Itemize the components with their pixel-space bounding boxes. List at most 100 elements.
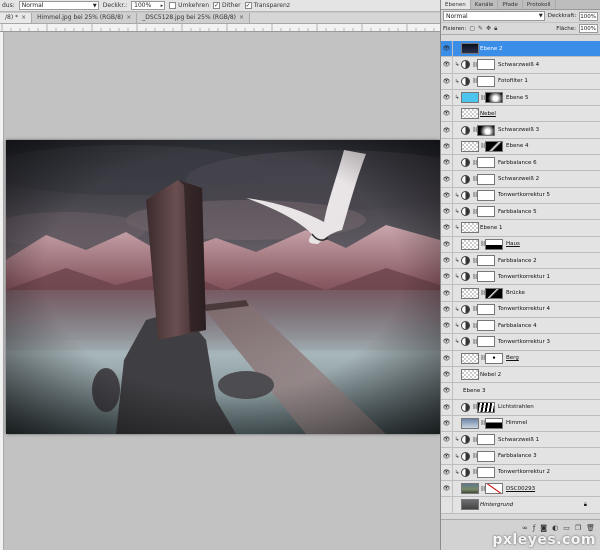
visibility-eye-icon[interactable]: 👁︎ (441, 187, 453, 203)
visibility-eye-icon[interactable]: 👁︎ (441, 350, 453, 366)
layer-mask-thumbnail[interactable] (485, 417, 503, 429)
layer-row[interactable]: 👁︎ ⛓︎ Berg (441, 350, 600, 367)
layer-mask-thumbnail[interactable] (477, 173, 495, 185)
layer-row[interactable]: 👁︎ Ebene 2 (441, 41, 600, 58)
visibility-eye-icon[interactable]: 👁︎ (441, 415, 453, 432)
layer-row[interactable]: 👁︎ Ebene 3 (441, 383, 600, 400)
layer-mask-thumbnail[interactable] (477, 401, 495, 413)
layer-mask-thumbnail[interactable] (477, 255, 495, 266)
visibility-eye-icon[interactable]: 👁︎ (441, 366, 453, 383)
layer-thumbnail[interactable] (461, 417, 479, 429)
visibility-eye-icon[interactable]: 👁︎ (441, 138, 453, 155)
layer-thumbnail[interactable] (461, 287, 479, 299)
artwork-canvas[interactable] (6, 140, 440, 434)
close-icon[interactable]: × (126, 13, 131, 23)
layer-row[interactable]: 👁︎ ⛓︎ Farbbalance 6 (441, 155, 600, 172)
visibility-eye-icon[interactable]: 👁︎ (441, 106, 453, 122)
new-group-icon[interactable]: ▭ (563, 524, 570, 532)
layer-thumbnail[interactable] (461, 238, 479, 250)
layer-row[interactable]: 👁︎ Nebel 2 (441, 366, 600, 384)
layer-thumbnail[interactable] (461, 369, 479, 381)
visibility-eye-icon[interactable]: 👁︎ (441, 318, 453, 334)
visibility-eye-icon[interactable]: 👁︎ (441, 155, 453, 171)
visibility-eye-icon[interactable]: 👁︎ (441, 73, 453, 89)
lock-all-icon[interactable]: 🔒︎ (494, 25, 497, 33)
layer-mask-thumbnail[interactable] (477, 320, 495, 332)
layer-opacity-input[interactable]: 100% (579, 11, 598, 21)
layer-mask-thumbnail[interactable] (485, 238, 503, 250)
visibility-eye-icon[interactable]: 👁︎ (441, 89, 453, 106)
layer-thumbnail[interactable] (461, 222, 479, 234)
tab-document-3[interactable]: _DSC5128.jpg bei 25% (RGB/8) × (137, 13, 251, 23)
trash-icon[interactable]: 🗑︎ (586, 524, 595, 532)
visibility-eye-icon[interactable]: 👁︎ (441, 252, 453, 269)
visibility-eye-icon[interactable]: 👁︎ (441, 432, 453, 448)
layer-mask-thumbnail[interactable] (485, 140, 503, 152)
layer-row[interactable]: 👁︎ ↳ ⛓︎ Tonwertkorrektur 5 (441, 187, 600, 204)
layer-row[interactable]: 👁︎ ⛓︎ Brücke (441, 285, 600, 302)
layer-mask-thumbnail[interactable] (477, 466, 495, 478)
tab-ebenen[interactable]: Ebenen (441, 0, 471, 9)
visibility-eye-icon[interactable]: 👁︎ (441, 203, 453, 220)
add-mask-icon[interactable]: ◙ (540, 524, 547, 532)
visibility-eye-icon[interactable]: 👁︎ (441, 448, 453, 464)
blend-mode-select[interactable]: Normal ▼ (443, 11, 545, 21)
link-layers-icon[interactable]: ∞ (522, 524, 528, 532)
lock-pixels-icon[interactable]: ✎ (478, 25, 483, 32)
layer-mask-thumbnail[interactable] (477, 336, 495, 348)
visibility-eye-icon[interactable]: 👁︎ (441, 171, 453, 187)
layer-thumbnail[interactable] (461, 108, 479, 120)
layer-thumbnail[interactable] (461, 483, 479, 495)
opacity-input[interactable]: 100% ▸ (131, 1, 166, 10)
layer-row[interactable]: 👁︎ Nebel (441, 106, 600, 123)
transparency-option[interactable]: ✓ Transparenz (244, 2, 290, 9)
layer-row[interactable]: Hintergrund 🔒︎ (441, 497, 600, 514)
mode-select[interactable]: Normal ▼ (18, 1, 99, 10)
new-layer-icon[interactable]: ❐ (575, 524, 581, 532)
layer-mask-thumbnail[interactable] (477, 59, 495, 71)
layer-thumbnail[interactable] (461, 140, 479, 152)
visibility-eye-icon[interactable]: 👁︎ (441, 481, 453, 497)
layer-row[interactable]: 👁︎ ↳ ⛓︎ Tonwertkorrektur 4 (441, 301, 600, 319)
visibility-eye-icon[interactable]: 👁︎ (441, 57, 453, 73)
visibility-eye-icon[interactable]: 👁︎ (441, 464, 453, 481)
close-icon[interactable]: × (239, 13, 244, 23)
dither-checkbox[interactable]: ✓ (213, 2, 220, 9)
fill-input[interactable]: 100% (579, 24, 598, 33)
layer-mask-thumbnail[interactable] (477, 75, 495, 87)
layer-row[interactable]: 👁︎ ↳ ⛓︎ Schwarzweiß 1 (441, 432, 600, 449)
tab-document-1[interactable]: /8) * × (0, 13, 33, 23)
visibility-eye-icon[interactable]: 👁︎ (441, 334, 453, 350)
tab-document-2[interactable]: Himmel.jpg bei 25% (RGB/8) × (32, 13, 138, 23)
layer-row[interactable]: 👁︎ ↳ ⛓︎ Tonwertkorrektur 2 (441, 464, 600, 482)
visibility-eye-icon[interactable]: 👁︎ (441, 236, 453, 252)
visibility-eye-icon[interactable]: 👁︎ (441, 383, 453, 399)
reverse-checkbox[interactable] (169, 2, 177, 9)
visibility-eye-icon[interactable]: 👁︎ (441, 220, 453, 236)
visibility-eye-icon[interactable] (441, 497, 453, 513)
layer-thumbnail[interactable] (461, 92, 479, 104)
close-icon[interactable]: × (21, 13, 26, 23)
layer-row[interactable]: 👁︎ ↳ ⛓︎ Farbbalance 4 (441, 318, 600, 335)
layer-row[interactable]: 👁︎ ⛓︎ Ebene 4 (441, 138, 600, 156)
layer-row[interactable]: 👁︎ ↳ ⛓︎ Farbbalance 2 (441, 252, 600, 270)
adjustment-layer-icon[interactable]: ◐ (552, 524, 558, 532)
layer-mask-thumbnail[interactable] (477, 206, 495, 218)
horizontal-ruler[interactable] (0, 24, 440, 32)
lock-transparency-icon[interactable]: ▢ (469, 25, 475, 32)
layer-thumbnail[interactable] (461, 499, 479, 511)
layer-thumbnail[interactable] (461, 43, 479, 55)
layer-mask-thumbnail[interactable] (477, 303, 495, 315)
layer-mask-thumbnail[interactable] (477, 124, 495, 136)
layer-mask-thumbnail[interactable] (477, 434, 495, 446)
layer-row[interactable]: 👁︎ ↳ ⛓︎ Schwarzweiß 4 (441, 57, 600, 74)
layer-mask-thumbnail[interactable] (477, 271, 495, 283)
layer-row[interactable]: 👁︎ ↳ ⛓︎ Farbbalance 3 (441, 448, 600, 465)
layer-row[interactable]: 👁︎ ↳ ⛓︎ Farbbalance 5 (441, 203, 600, 221)
visibility-eye-icon[interactable]: 👁︎ (441, 269, 453, 285)
layer-row[interactable]: 👁︎ ⛓︎ Lichtstrahlen (441, 399, 600, 416)
lock-position-icon[interactable]: ✥ (486, 25, 491, 32)
layer-thumbnail[interactable] (461, 352, 479, 364)
tab-protokoll[interactable]: Protokoll (523, 0, 556, 9)
layer-mask-thumbnail[interactable] (477, 450, 495, 462)
